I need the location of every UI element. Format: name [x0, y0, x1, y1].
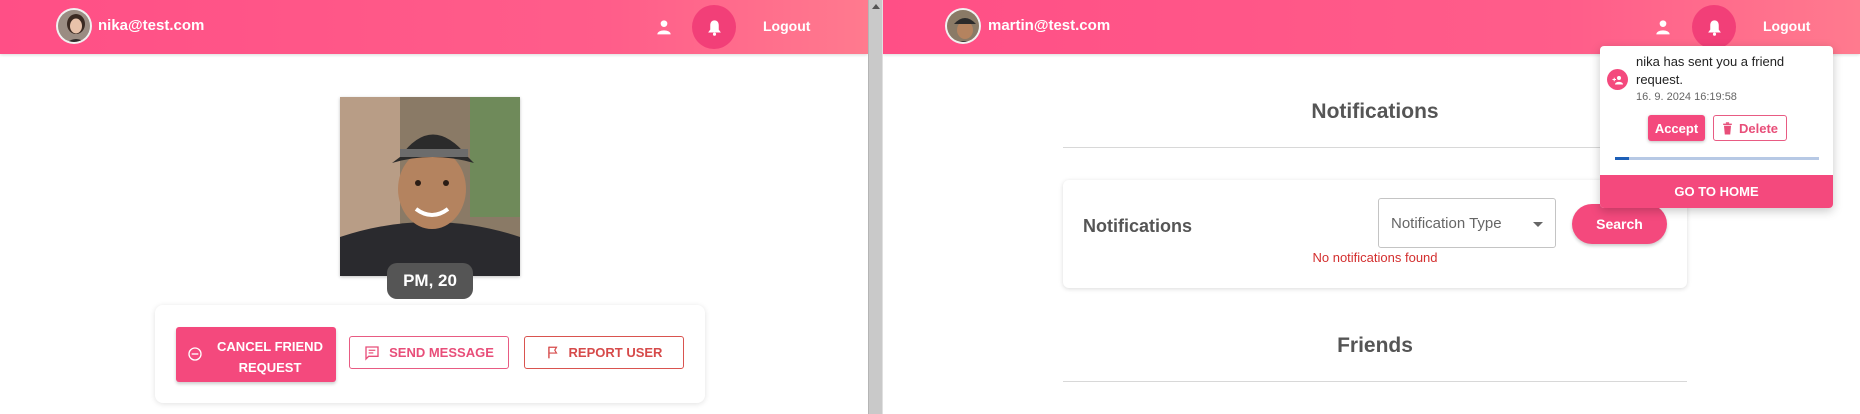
left-user-avatar[interactable]: [56, 8, 92, 44]
friends-title: Friends: [1337, 334, 1413, 357]
minus-circle-icon: [187, 346, 203, 367]
bell-icon: [707, 19, 721, 36]
title-divider: [1063, 147, 1687, 148]
flag-icon: [547, 346, 558, 359]
right-logout-link[interactable]: Logout: [1763, 18, 1810, 34]
notification-message: nika has sent you a friend request.: [1636, 54, 1785, 87]
notifications-card-title: Notifications: [1083, 216, 1193, 236]
notifications-filter-card: Notifications Notification Type Search N…: [1063, 180, 1687, 288]
send-message-label: SEND MESSAGE: [389, 345, 494, 360]
profile-actions-card: CANCEL FRIEND REQUEST SEND MESSAGE REPOR…: [155, 305, 705, 403]
report-user-label: REPORT USER: [568, 345, 663, 360]
friends-divider: [1063, 381, 1687, 382]
profile-icon-button[interactable]: [1641, 5, 1685, 49]
left-logout-link[interactable]: Logout: [763, 18, 810, 34]
profile-name-age-badge: PM, 20: [387, 263, 473, 299]
notifications-dropdown: nika has sent you a friend request. 16. …: [1600, 46, 1833, 208]
bell-icon: [1707, 19, 1721, 36]
profile-photo: [340, 97, 520, 276]
trash-icon: [1723, 121, 1732, 134]
scroll-up-arrow-icon[interactable]: [872, 4, 880, 9]
notifications-icon-button[interactable]: [692, 5, 736, 49]
right-user-avatar[interactable]: [945, 8, 981, 44]
report-user-button[interactable]: REPORT USER: [524, 336, 684, 369]
notification-progress-bar: [1615, 157, 1819, 160]
accept-button[interactable]: Accept: [1648, 115, 1705, 141]
person-icon: [657, 20, 671, 35]
delete-label: Delete: [1738, 120, 1779, 136]
person-add-icon: [1607, 69, 1628, 90]
left-header: nika@test.com Logout: [0, 0, 868, 54]
cancel-friend-request-button[interactable]: CANCEL FRIEND REQUEST: [176, 327, 336, 382]
go-to-home-button[interactable]: GO TO HOME: [1600, 175, 1833, 208]
notification-timestamp: 16. 9. 2024 16:19:58: [1636, 91, 1737, 103]
chevron-down-icon: [1533, 222, 1543, 227]
cancel-friend-request-label: CANCEL FRIEND REQUEST: [217, 339, 323, 375]
notification-progress-fill: [1615, 157, 1630, 160]
empty-state-message: No notifications found: [1312, 250, 1438, 265]
window-divider[interactable]: [868, 0, 883, 414]
page-title: Notifications: [1311, 100, 1439, 123]
message-icon: [365, 345, 379, 361]
left-user-email: nika@test.com: [98, 17, 205, 34]
right-user-email: martin@test.com: [988, 17, 1111, 34]
search-button[interactable]: Search: [1572, 204, 1667, 244]
profile-icon-button[interactable]: [642, 5, 686, 49]
screen: nika@test.com Logout PM, 20 CANCEL FRIEN…: [0, 0, 1860, 414]
delete-button[interactable]: Delete: [1713, 115, 1787, 141]
notifications-icon-button[interactable]: [1692, 5, 1736, 49]
left-window: nika@test.com Logout PM, 20 CANCEL FRIEN…: [0, 0, 868, 414]
send-message-button[interactable]: SEND MESSAGE: [349, 336, 509, 369]
notification-type-placeholder: Notification Type: [1391, 215, 1502, 232]
notification-type-select[interactable]: Notification Type: [1378, 198, 1556, 248]
right-window: martin@test.com Logout Notifications Not…: [883, 0, 1860, 414]
person-icon: [1656, 20, 1670, 35]
